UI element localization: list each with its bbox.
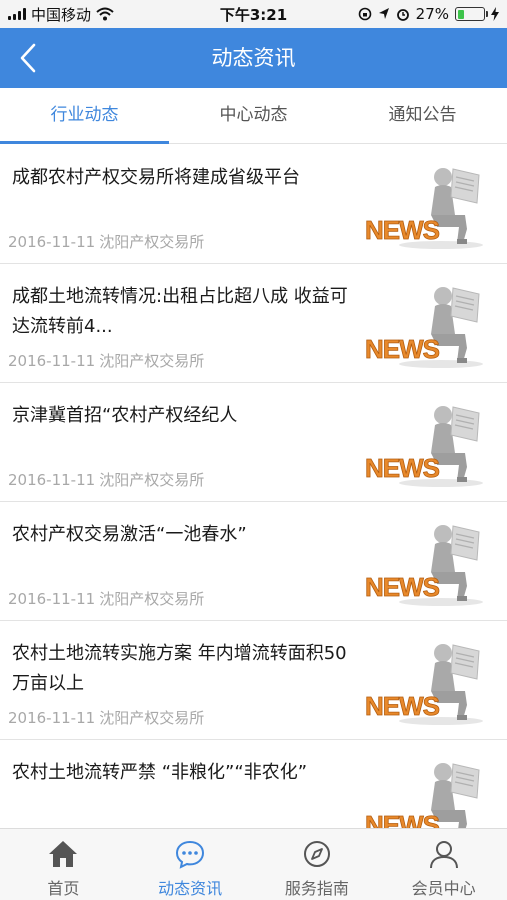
news-thumbnail: NEWS [361, 520, 491, 610]
battery-fill [457, 9, 465, 19]
news-meta: 2016-11-11 沈阳产权交易所 [8, 350, 204, 371]
news-reader-image: NEWS [365, 406, 483, 487]
tabbar-item-guide[interactable]: 服务指南 [254, 829, 381, 900]
page-title: 动态资讯 [211, 46, 296, 70]
tabbar-label: 动态资讯 [158, 879, 223, 898]
news-title: 农村土地流转严禁 “非粮化”“非农化” [12, 762, 308, 783]
news-source: 沈阳产权交易所 [99, 471, 205, 489]
news-date: 2016-11-11 [8, 233, 96, 251]
home-icon [46, 837, 80, 871]
news-reader-image: NEWS [365, 644, 483, 725]
charging-icon [491, 7, 499, 21]
news-meta: 2016-11-11 沈阳产权交易所 [8, 588, 204, 609]
svg-text:NEWS: NEWS [365, 572, 440, 602]
news-source: 沈阳产权交易所 [99, 233, 205, 251]
status-right: 27% [358, 0, 499, 28]
news-source: 沈阳产权交易所 [99, 352, 205, 370]
svg-text:NEWS: NEWS [365, 453, 440, 483]
tabbar-label: 首页 [47, 879, 80, 898]
news-item[interactable]: 农村土地流转实施方案 年内增流转面积50万亩以上 2016-11-11 沈阳产权交… [0, 621, 507, 740]
status-bar: 中国移动 下午3:21 27% [0, 0, 507, 28]
news-date: 2016-11-11 [8, 709, 96, 727]
svg-text:NEWS: NEWS [365, 215, 440, 245]
news-item[interactable]: 成都土地流转情况:出租占比超八成 收益可达流转前4... 2016-11-11 沈… [0, 264, 507, 383]
news-list: 成都农村产权交易所将建成省级平台 2016-11-11 沈阳产权交易所 NEWS … [0, 145, 507, 828]
tab-center-news[interactable]: 中心动态 [169, 88, 338, 143]
news-title: 成都土地流转情况:出租占比超八成 收益可达流转前4... [12, 286, 348, 337]
user-icon [427, 837, 461, 871]
nav-bar: 动态资讯 [0, 28, 507, 88]
orientation-lock-icon [358, 7, 371, 21]
news-thumbnail: NEWS [361, 401, 491, 491]
news-date: 2016-11-11 [8, 471, 96, 489]
news-thumbnail: NEWS [361, 758, 491, 828]
news-reader-image: NEWS [365, 525, 483, 606]
news-thumbnail: NEWS [361, 163, 491, 253]
news-meta: 2016-11-11 沈阳产权交易所 [8, 231, 204, 252]
news-title: 成都农村产权交易所将建成省级平台 [12, 167, 300, 188]
news-item[interactable]: 农村土地流转严禁 “非粮化”“非农化” NEWS [0, 740, 507, 828]
tabbar-item-news[interactable]: 动态资讯 [127, 829, 254, 900]
tab-notices[interactable]: 通知公告 [338, 88, 507, 143]
svg-text:NEWS: NEWS [365, 334, 440, 364]
compass-icon [300, 837, 334, 871]
svg-text:NEWS: NEWS [365, 691, 440, 721]
news-item[interactable]: 京津冀首招“农村产权经纪人 2016-11-11 沈阳产权交易所 NEWS [0, 383, 507, 502]
news-item[interactable]: 成都农村产权交易所将建成省级平台 2016-11-11 沈阳产权交易所 NEWS [0, 145, 507, 264]
news-date: 2016-11-11 [8, 352, 96, 370]
news-source: 沈阳产权交易所 [99, 709, 205, 727]
news-reader-image: NEWS [365, 763, 480, 828]
tabbar-label: 会员中心 [411, 879, 476, 898]
chat-bubble-icon [173, 837, 207, 871]
news-title: 农村产权交易激活“一池春水” [12, 524, 247, 545]
category-tabs: 行业动态 中心动态 通知公告 [0, 88, 507, 144]
news-thumbnail: NEWS [361, 639, 491, 729]
battery-icon [455, 7, 488, 21]
news-meta: 2016-11-11 沈阳产权交易所 [8, 469, 204, 490]
tabbar-item-home[interactable]: 首页 [0, 829, 127, 900]
news-item[interactable]: 农村产权交易激活“一池春水” 2016-11-11 沈阳产权交易所 NEWS [0, 502, 507, 621]
news-source: 沈阳产权交易所 [99, 590, 205, 608]
alarm-icon [396, 9, 409, 21]
news-title: 农村土地流转实施方案 年内增流转面积50万亩以上 [12, 643, 347, 694]
news-reader-image: NEWS [365, 287, 483, 368]
news-thumbnail: NEWS [361, 282, 491, 372]
battery-percent: 27% [415, 5, 449, 23]
tabbar-label: 服务指南 [284, 879, 349, 898]
svg-text:NEWS: NEWS [365, 810, 440, 828]
news-date: 2016-11-11 [8, 590, 96, 608]
tabbar-item-member[interactable]: 会员中心 [380, 829, 507, 900]
bottom-tab-bar: 首页 动态资讯 服务指南 会员中心 [0, 828, 507, 900]
location-icon [378, 8, 389, 19]
news-title: 京津冀首招“农村产权经纪人 [12, 405, 238, 426]
news-reader-image: NEWS [365, 168, 483, 249]
news-meta: 2016-11-11 沈阳产权交易所 [8, 707, 204, 728]
tab-industry-news[interactable]: 行业动态 [0, 88, 169, 144]
